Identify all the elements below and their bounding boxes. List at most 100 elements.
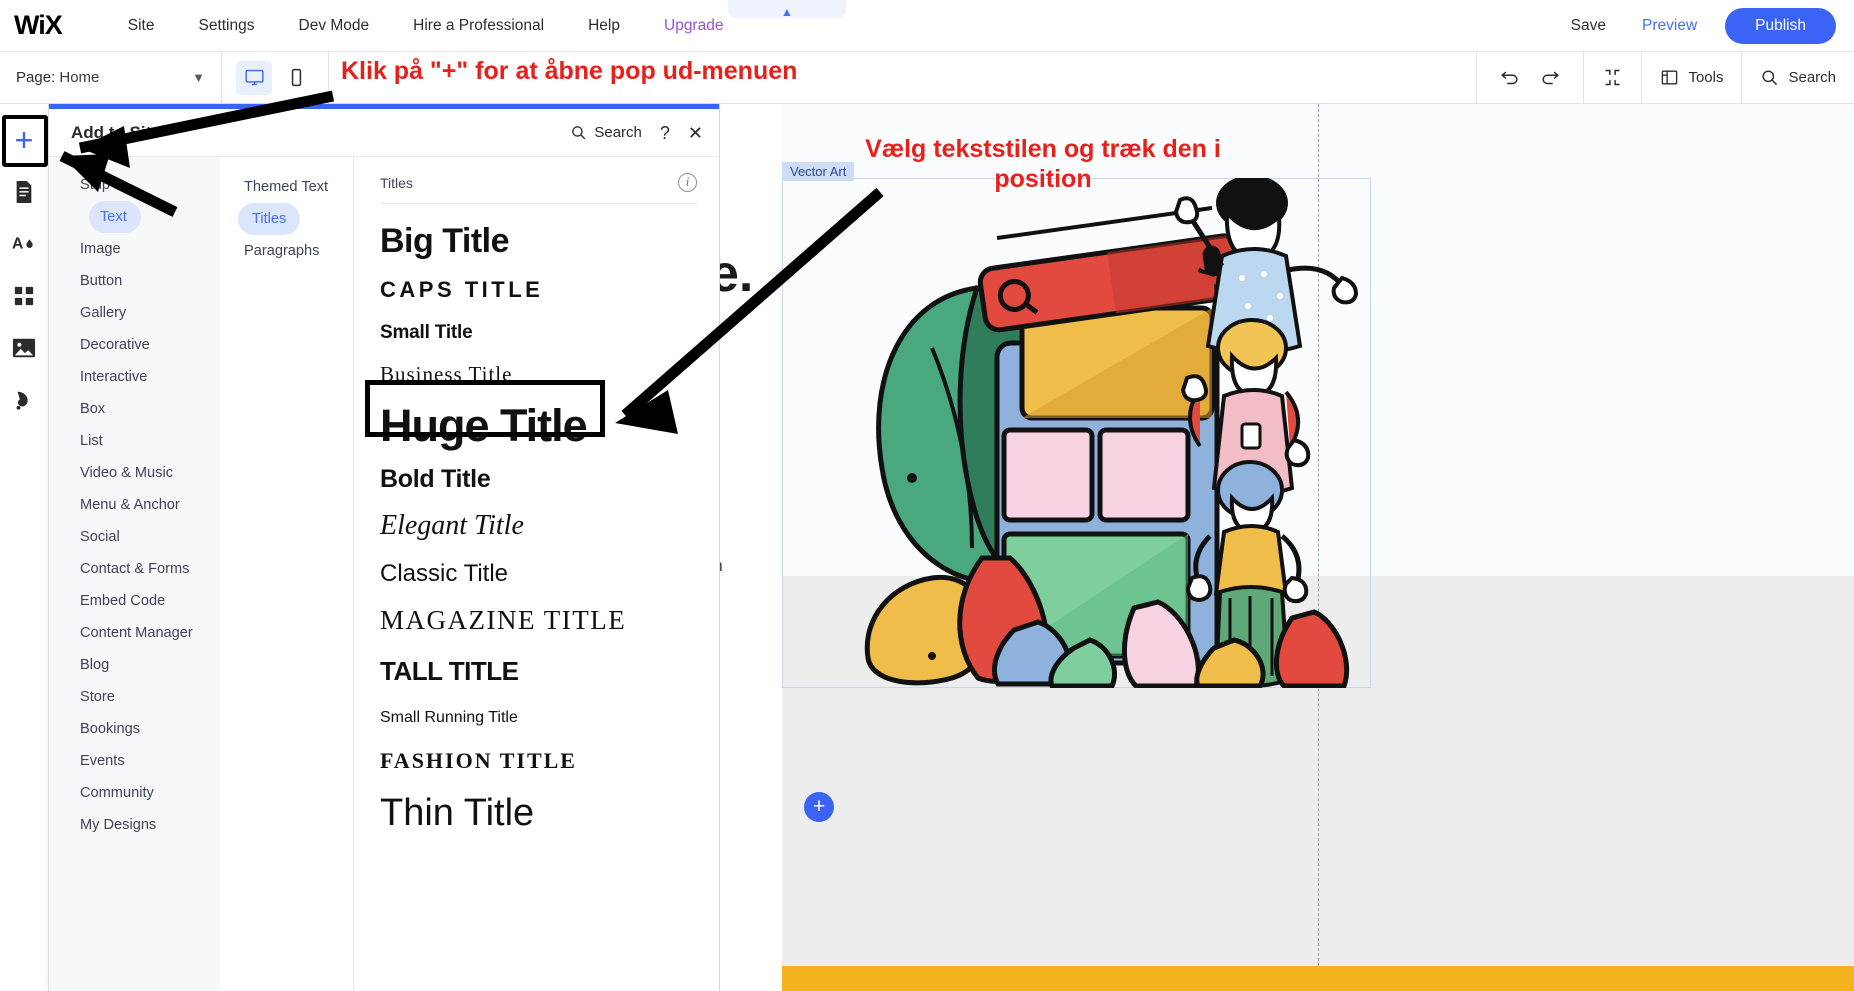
add-to-site-panel: Add to Site Search ? ✕ Strip Text Image … bbox=[49, 104, 720, 991]
topmenu-item-help[interactable]: Help bbox=[566, 11, 642, 41]
desktop-view-button[interactable] bbox=[236, 60, 272, 95]
title-preset-big-title[interactable]: Big Title bbox=[380, 224, 719, 258]
plus-icon: + bbox=[14, 122, 34, 158]
category-item-interactive[interactable]: Interactive bbox=[49, 361, 220, 393]
left-icon-rail: + A bbox=[0, 104, 49, 991]
title-preset-caps-title[interactable]: CAPS TITLE bbox=[380, 279, 719, 301]
wix-editor-screen: WiX Site Settings Dev Mode Hire a Profes… bbox=[0, 0, 1854, 991]
category-item-gallery[interactable]: Gallery bbox=[49, 297, 220, 329]
question-mark-icon[interactable]: ? bbox=[660, 124, 670, 142]
search-label: Search bbox=[1788, 69, 1836, 86]
title-preset-tall-title[interactable]: TALL TITLE bbox=[380, 658, 719, 684]
undo-icon bbox=[1501, 70, 1519, 84]
page-name-label: Home bbox=[59, 69, 100, 86]
top-menu-bar: WiX Site Settings Dev Mode Hire a Profes… bbox=[0, 0, 1854, 52]
category-item-blog[interactable]: Blog bbox=[49, 649, 220, 681]
page-selector[interactable]: Page: Home ▼ bbox=[0, 51, 222, 104]
items-section-header: Titles i bbox=[354, 173, 719, 192]
top-menu-items: Site Settings Dev Mode Hire a Profession… bbox=[106, 11, 746, 41]
category-item-image[interactable]: Image bbox=[49, 233, 220, 265]
title-preset-elegant-title[interactable]: Elegant Title bbox=[380, 512, 719, 540]
category-item-social[interactable]: Social bbox=[49, 521, 220, 553]
top-collapse-tab[interactable]: ▲ bbox=[728, 0, 846, 18]
close-icon[interactable]: ✕ bbox=[688, 124, 703, 142]
category-item-menu-anchor[interactable]: Menu & Anchor bbox=[49, 489, 220, 521]
topmenu-item-settings[interactable]: Settings bbox=[176, 11, 276, 41]
panel-category-list: Strip Text Image Button Gallery Decorati… bbox=[49, 157, 220, 991]
category-item-events[interactable]: Events bbox=[49, 745, 220, 777]
topbar-actions: Save Preview Publish bbox=[1553, 7, 1854, 44]
device-switcher bbox=[222, 51, 329, 104]
tools-button[interactable]: Tools bbox=[1641, 51, 1741, 104]
mobile-view-button[interactable] bbox=[278, 61, 314, 95]
panel-items-column: Titles i Big Title CAPS TITLE Small Titl… bbox=[354, 157, 719, 991]
category-item-contact-forms[interactable]: Contact & Forms bbox=[49, 553, 220, 585]
title-preset-fashion-title[interactable]: FASHION TITLE bbox=[380, 750, 719, 772]
sidebar-item-my-designs[interactable] bbox=[2, 374, 46, 426]
zoom-out-button[interactable] bbox=[1583, 51, 1641, 104]
search-button[interactable]: Search bbox=[1741, 51, 1854, 104]
category-item-strip[interactable]: Strip bbox=[49, 169, 220, 201]
toolbar-right-group: Tools Search bbox=[1476, 51, 1854, 104]
topmenu-item-site[interactable]: Site bbox=[106, 11, 177, 41]
title-preset-bold-title[interactable]: Bold Title bbox=[380, 467, 719, 492]
page-prefix-label: Page: bbox=[16, 69, 56, 86]
topmenu-item-dev-mode[interactable]: Dev Mode bbox=[277, 11, 392, 41]
preview-button[interactable]: Preview bbox=[1624, 11, 1715, 41]
title-preset-small-title[interactable]: Small Title bbox=[380, 323, 719, 342]
history-controls bbox=[1476, 51, 1583, 104]
title-preset-thin-title[interactable]: Thin Title bbox=[380, 794, 719, 832]
category-item-my-designs[interactable]: My Designs bbox=[49, 809, 220, 841]
svg-text:A: A bbox=[12, 236, 23, 253]
category-item-community[interactable]: Community bbox=[49, 777, 220, 809]
title-preset-small-running-title[interactable]: Small Running Title bbox=[380, 710, 719, 726]
sidebar-item-site-design[interactable]: A bbox=[2, 218, 46, 270]
title-preset-huge-title[interactable]: Huge Title bbox=[380, 403, 719, 448]
category-item-box[interactable]: Box bbox=[49, 393, 220, 425]
annotation-text-1: Klik på "+" for at åbne pop ud-menuen bbox=[341, 57, 798, 85]
category-item-bookings[interactable]: Bookings bbox=[49, 713, 220, 745]
subcategory-item-paragraphs[interactable]: Paragraphs bbox=[220, 235, 353, 267]
category-item-button[interactable]: Button bbox=[49, 265, 220, 297]
sidebar-item-media-manager[interactable] bbox=[2, 322, 46, 374]
apps-icon bbox=[14, 286, 34, 306]
chevron-up-icon: ▲ bbox=[781, 5, 793, 19]
sidebar-item-pages[interactable] bbox=[2, 166, 46, 218]
info-icon[interactable]: i bbox=[678, 173, 697, 192]
category-item-content-manager[interactable]: Content Manager bbox=[49, 617, 220, 649]
category-item-list[interactable]: List bbox=[49, 425, 220, 457]
editor-toolbar: Page: Home ▼ Tools Search bbox=[0, 51, 1854, 104]
sidebar-item-apps-market[interactable] bbox=[2, 270, 46, 322]
vector-art-illustration[interactable] bbox=[782, 178, 1371, 688]
save-button[interactable]: Save bbox=[1553, 11, 1624, 41]
pages-icon bbox=[16, 181, 32, 203]
search-icon bbox=[572, 126, 586, 140]
canvas-heading-fragment: e. bbox=[720, 245, 754, 303]
canvas-body-fragment: ion bbox=[720, 556, 723, 576]
category-item-text[interactable]: Text bbox=[89, 201, 141, 233]
subcategory-item-themed-text[interactable]: Themed Text bbox=[220, 171, 353, 203]
topmenu-item-hire-a-professional[interactable]: Hire a Professional bbox=[391, 11, 566, 41]
title-preset-business-title[interactable]: Business Title bbox=[380, 364, 719, 385]
category-item-store[interactable]: Store bbox=[49, 681, 220, 713]
category-item-decorative[interactable]: Decorative bbox=[49, 329, 220, 361]
annotation-text-2: Vælg tekststilen og træk den i position bbox=[865, 135, 1221, 193]
category-item-embed-code[interactable]: Embed Code bbox=[49, 585, 220, 617]
chevron-down-icon: ▼ bbox=[192, 70, 205, 85]
panel-subcategory-list: Themed Text Titles Paragraphs bbox=[220, 157, 354, 991]
title-preset-classic-title[interactable]: Classic Title bbox=[380, 562, 719, 586]
search-icon bbox=[1762, 70, 1778, 86]
sidebar-item-add-elements[interactable]: + bbox=[2, 114, 46, 166]
tools-label: Tools bbox=[1688, 69, 1724, 86]
publish-button[interactable]: Publish bbox=[1725, 7, 1836, 44]
items-section-label: Titles bbox=[380, 174, 413, 191]
subcategory-item-titles[interactable]: Titles bbox=[238, 203, 301, 235]
panel-search-button[interactable]: Search bbox=[570, 124, 642, 141]
category-item-video-music[interactable]: Video & Music bbox=[49, 457, 220, 489]
add-section-button[interactable]: + bbox=[804, 792, 834, 822]
wix-logo[interactable]: WiX bbox=[14, 10, 63, 41]
image-icon bbox=[12, 338, 36, 358]
title-preset-magazine-title[interactable]: MAGAZINE TITLE bbox=[380, 607, 719, 634]
panel-header-actions: Search ? ✕ bbox=[570, 124, 703, 142]
site-canvas: e. ion Vector Art bbox=[720, 104, 1854, 991]
